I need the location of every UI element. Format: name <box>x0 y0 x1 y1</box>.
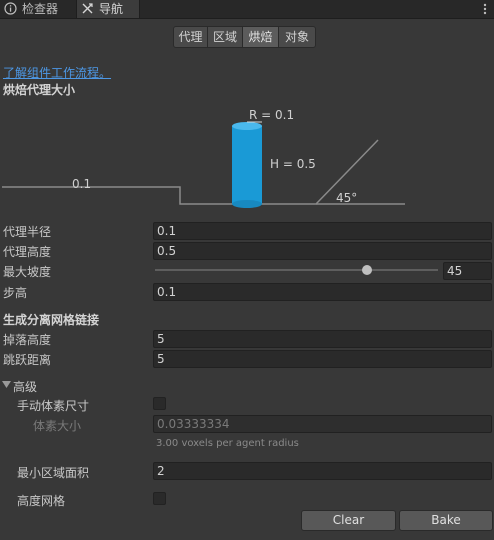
agent-cylinder-body <box>232 126 262 204</box>
agent-cylinder-bottom <box>232 200 262 208</box>
agent-radius-label: 代理半径 <box>3 225 52 239</box>
segment-agents[interactable]: 代理 <box>173 26 208 48</box>
foldout-arrow-icon <box>2 381 11 388</box>
manual-voxel-checkbox[interactable] <box>153 397 166 410</box>
segment-object[interactable]: 对象 <box>279 26 316 48</box>
voxel-hint: 3.00 voxels per agent radius <box>156 438 299 449</box>
advanced-label: 高级 <box>13 380 38 394</box>
segment-areas[interactable]: 区域 <box>208 26 243 48</box>
voxel-size-field: 0.03333334 <box>153 415 492 433</box>
min-region-label: 最小区域面积 <box>17 466 90 480</box>
tab-inspector-label: 检查器 <box>22 2 59 16</box>
height-mesh-label: 高度网格 <box>17 494 66 508</box>
segment-bake[interactable]: 烘焙 <box>243 26 279 48</box>
tab-navigation[interactable]: 导航 <box>76 0 140 18</box>
step-height-field[interactable]: 0.1 <box>153 283 492 301</box>
clear-button[interactable]: Clear <box>301 510 396 531</box>
agent-height-field[interactable]: 0.5 <box>153 242 492 260</box>
max-slope-slider-track[interactable] <box>155 269 438 271</box>
height-label: H = 0.5 <box>270 157 316 171</box>
step-height-label: 步高 <box>3 286 28 300</box>
window-tab-bar: 检查器 导航 <box>0 0 494 19</box>
drop-height-field[interactable]: 5 <box>153 330 492 348</box>
max-slope-field[interactable]: 45 <box>443 262 492 280</box>
min-region-field[interactable]: 2 <box>153 462 492 480</box>
agent-radius-field[interactable]: 0.1 <box>153 222 492 240</box>
max-slope-label: 最大坡度 <box>3 265 52 279</box>
info-icon <box>4 2 17 15</box>
radius-label: R = 0.1 <box>249 108 294 122</box>
agent-cylinder-top <box>232 122 262 130</box>
drop-height-label: 掉落高度 <box>3 333 52 347</box>
angle-label: 45° <box>336 191 357 205</box>
offmesh-links-header: 生成分离网格链接 <box>3 313 100 327</box>
height-mesh-checkbox[interactable] <box>153 492 166 505</box>
manual-voxel-label: 手动体素尺寸 <box>17 399 90 413</box>
agent-height-label: 代理高度 <box>3 245 52 259</box>
help-link[interactable]: 了解组件工作流程。 <box>3 64 111 81</box>
tab-navigation-label: 导航 <box>99 2 124 16</box>
ground-outline <box>2 139 379 205</box>
tab-inspector[interactable]: 检查器 <box>0 0 75 18</box>
max-slope-slider-thumb[interactable] <box>362 265 373 275</box>
more-options-icon[interactable] <box>480 3 490 15</box>
bake-button[interactable]: Bake <box>399 510 493 531</box>
voxel-size-label: 体素大小 <box>33 419 82 433</box>
jump-distance-label: 跳跃距离 <box>3 353 52 367</box>
navigation-icon <box>82 3 93 14</box>
agent-size-header: 烘焙代理大小 <box>3 83 76 97</box>
agent-size-diagram: R = 0.1 H = 0.5 0.1 45° <box>2 108 405 208</box>
step-label: 0.1 <box>72 177 91 191</box>
jump-distance-field[interactable]: 5 <box>153 350 492 368</box>
